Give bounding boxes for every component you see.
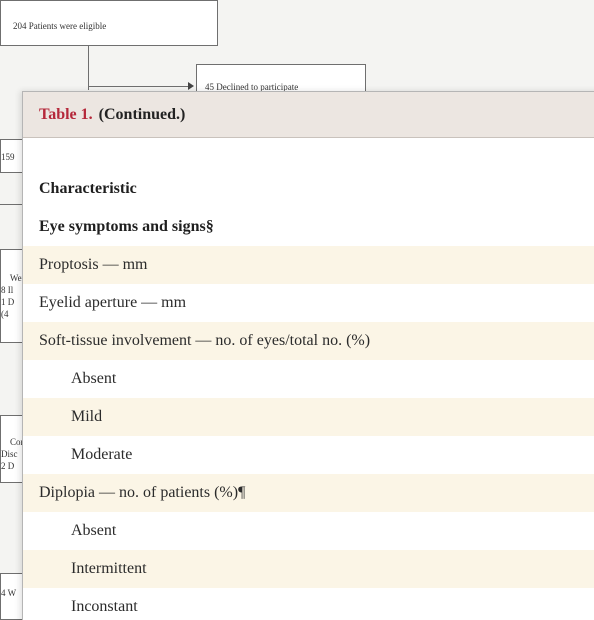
flowchart-connector-vertical	[88, 46, 89, 90]
flowchart-connector-horizontal	[88, 86, 188, 87]
flowchart-partial-box-4: 4 W	[0, 573, 24, 620]
table-row-soft-tissue-absent: Absent	[23, 360, 594, 398]
table-label: Table 1.	[39, 105, 93, 123]
table-row-diplopia-inconstant: Inconstant	[23, 588, 594, 620]
table-header: Table 1. (Continued.)	[23, 92, 594, 138]
row-label: Absent	[71, 522, 117, 539]
flowchart-left-connector-1	[0, 204, 22, 205]
flowchart-partial-box-1: 159	[0, 139, 24, 173]
table-body: Characteristic Eye symptoms and signs§ P…	[23, 138, 594, 620]
table-row-diplopia-absent: Absent	[23, 512, 594, 550]
table-continued-label: (Continued.)	[98, 105, 186, 123]
flowchart-partial-label-4: 4 W	[1, 588, 17, 598]
table-row-soft-tissue-moderate: Moderate	[23, 436, 594, 474]
row-label: Inconstant	[71, 598, 138, 615]
row-label: Eye symptoms and signs§	[39, 218, 214, 235]
table-row-eye-symptoms: Eye symptoms and signs§	[23, 208, 594, 246]
table-row-soft-tissue: Soft-tissue involvement — no. of eyes/to…	[23, 322, 594, 360]
flowchart-partial-label-2: Wer 8 Il 1 D (4	[1, 273, 24, 319]
row-label: Absent	[71, 370, 117, 387]
row-label: Moderate	[71, 446, 133, 463]
table-row-diplopia-intermittent: Intermittent	[23, 550, 594, 588]
table-row-diplopia: Diplopia — no. of patients (%)¶	[23, 474, 594, 512]
flowchart-partial-box-2: Wer 8 Il 1 D (4	[0, 249, 24, 343]
row-label: Eyelid aperture — mm	[39, 294, 187, 311]
row-label: Mild	[71, 408, 103, 425]
table-row-soft-tissue-mild: Mild	[23, 398, 594, 436]
flowchart-eligible-box: 204 Patients were eligible	[0, 0, 218, 46]
row-label: Diplopia — no. of patients (%)¶	[39, 484, 246, 501]
flowchart-partial-label-1: 159	[1, 152, 15, 162]
table-panel: Table 1. (Continued.) Characteristic Eye…	[22, 91, 594, 620]
page-canvas: 204 Patients were eligible 45 Declined t…	[0, 0, 594, 620]
table-row-proptosis: Proptosis — mm	[23, 246, 594, 284]
row-label: Intermittent	[71, 560, 147, 577]
table-row-characteristic: Characteristic	[23, 170, 594, 208]
flowchart-partial-box-3: Con Disc 2 D	[0, 415, 24, 483]
table-row-eyelid-aperture: Eyelid aperture — mm	[23, 284, 594, 322]
row-label: Proptosis — mm	[39, 256, 148, 273]
flowchart-eligible-label: 204 Patients were eligible	[13, 21, 107, 31]
flowchart-partial-label-3: Con Disc 2 D	[1, 437, 24, 471]
flowchart-arrow-icon	[188, 82, 194, 90]
row-label: Soft-tissue involvement — no. of eyes/to…	[39, 332, 371, 349]
row-label: Characteristic	[39, 180, 137, 197]
